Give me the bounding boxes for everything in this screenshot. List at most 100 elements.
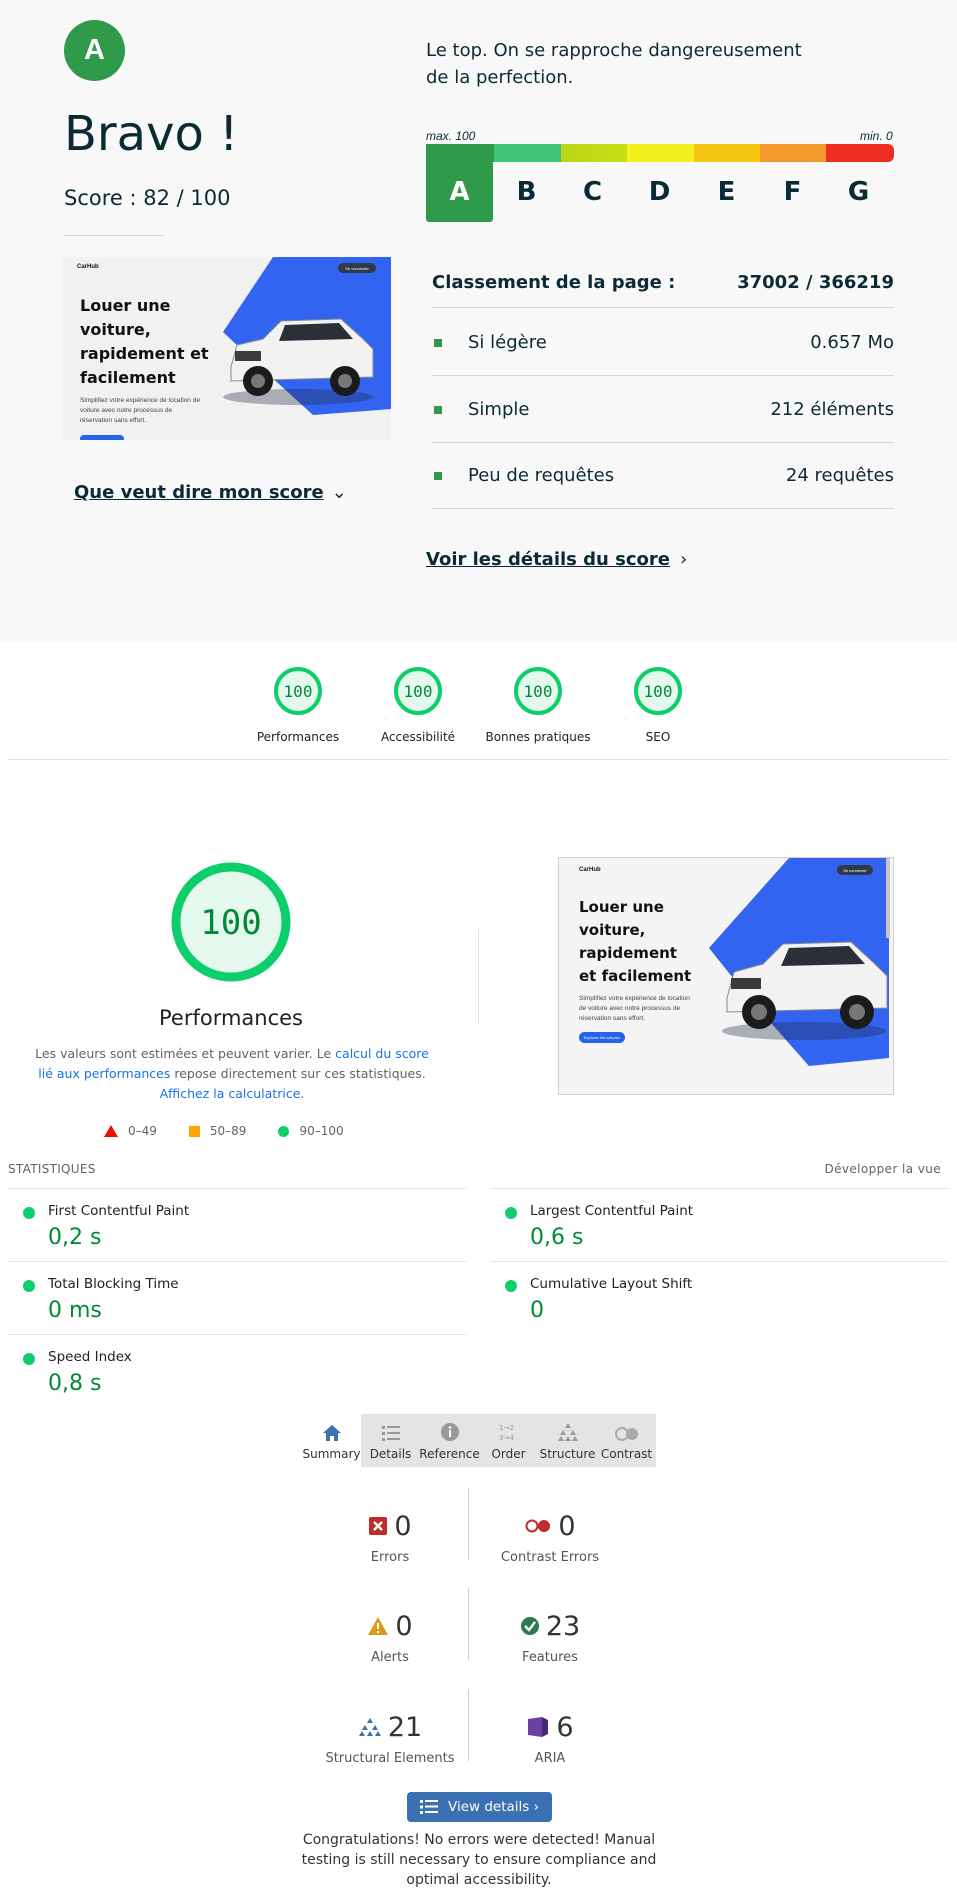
logo: CarHub bbox=[579, 867, 601, 873]
final-screenshot: CarHub Se connecter Louer une voiture, r… bbox=[558, 857, 894, 1095]
gauge-seo[interactable]: 100 SEO bbox=[598, 666, 718, 744]
legend-pass: 90–100 bbox=[278, 1124, 344, 1138]
stat-count: 0 bbox=[395, 1610, 413, 1642]
rank-label: Classement de la page : bbox=[432, 272, 676, 293]
list-icon bbox=[420, 1800, 438, 1814]
divider bbox=[478, 929, 479, 1025]
alerts-stat[interactable]: 0 Alerts bbox=[310, 1608, 470, 1665]
grade-c: C bbox=[582, 177, 603, 207]
note-text: repose directement sur ces statistiques. bbox=[170, 1066, 426, 1081]
errors-stat[interactable]: 0 Errors bbox=[310, 1508, 470, 1565]
metric-lcp: Largest Contentful Paint 0,6 s bbox=[490, 1188, 949, 1261]
login-button: Se connecter bbox=[338, 263, 376, 273]
website-preview: CarHub Se connecter Louer une voiture, r… bbox=[63, 257, 391, 440]
tab-label: Details bbox=[369, 1447, 412, 1461]
stat-count: 0 bbox=[558, 1510, 576, 1542]
aria-icon bbox=[528, 1717, 549, 1737]
tab-order-icon: 1→23→4 bbox=[499, 1424, 514, 1442]
bullet-icon bbox=[434, 338, 442, 347]
legend-label: 50–89 bbox=[209, 1124, 247, 1138]
performance-score: 100 bbox=[200, 903, 261, 943]
metric-label: Simple bbox=[468, 399, 530, 420]
gauge-ring: 100 bbox=[634, 667, 682, 715]
login-button: Se connecter bbox=[837, 865, 873, 875]
hero-subtitle: Simplifiez votre expérience de location … bbox=[579, 995, 690, 1022]
metric-value: 212 éléments bbox=[770, 399, 894, 420]
legend-label: 0–49 bbox=[128, 1124, 157, 1138]
metric-name: First Contentful Paint bbox=[48, 1203, 190, 1219]
chevron-down-icon: ⌄ bbox=[331, 482, 347, 503]
tab-contrast[interactable]: Contrast bbox=[597, 1414, 656, 1467]
score-meaning-link[interactable]: Que veut dire mon score ⌄ bbox=[74, 482, 347, 503]
metric-row: Si légère 0.657 Mo bbox=[432, 310, 894, 376]
feature-check-icon bbox=[520, 1617, 539, 1635]
metric-row: Simple 212 éléments bbox=[432, 377, 894, 443]
gauge-label: SEO bbox=[645, 730, 671, 744]
scale-max-label: max. 100 bbox=[426, 129, 476, 143]
metric-row: Peu de requêtes 24 requêtes bbox=[432, 443, 894, 509]
wave-tab-bar: Summary Details Reference 1→2 3→4 Order S… bbox=[302, 1414, 656, 1467]
gauge-score: 100 bbox=[524, 682, 553, 701]
structural-elements-stat[interactable]: 21 Structural Elements bbox=[310, 1709, 470, 1767]
stat-count: 21 bbox=[387, 1711, 423, 1743]
metric-value: 0.657 Mo bbox=[810, 332, 894, 353]
pass-circle-icon bbox=[505, 1207, 517, 1219]
performance-title: Performances bbox=[158, 1006, 304, 1030]
performance-gauge: 100 bbox=[171, 862, 291, 982]
tab-label: Summary bbox=[302, 1447, 361, 1461]
tab-summary[interactable]: Summary bbox=[302, 1414, 361, 1467]
grade-f: F bbox=[783, 177, 802, 207]
scale-min-label: min. 0 bbox=[860, 129, 893, 143]
hero-subtitle: Simplifiez votre expérience de location … bbox=[80, 397, 200, 424]
congratulations-message: Congratulations! No errors were detected… bbox=[301, 1832, 657, 1888]
gauge-accessibility[interactable]: 100 Accessibilité bbox=[358, 666, 478, 744]
contrast-icon bbox=[614, 1427, 638, 1441]
gauge-performance[interactable]: 100 Performances bbox=[238, 666, 358, 744]
tab-order[interactable]: 1→2 3→4 Order bbox=[479, 1414, 538, 1467]
headline: Bravo ! bbox=[64, 106, 239, 162]
metric-value: 24 requêtes bbox=[785, 465, 894, 486]
tab-structure[interactable]: Structure bbox=[538, 1414, 597, 1467]
tab-reference[interactable]: Reference bbox=[419, 1414, 480, 1467]
gauge-best-practices[interactable]: 100 Bonnes pratiques bbox=[478, 666, 598, 744]
gauge-ring: 100 bbox=[514, 667, 562, 715]
view-details-label: View details › bbox=[448, 1799, 539, 1815]
tab-label: Order bbox=[491, 1447, 526, 1461]
tab-details[interactable]: Details bbox=[361, 1414, 420, 1467]
calculator-link[interactable]: Affichez la calculatrice bbox=[160, 1086, 301, 1101]
hero-heading: Louer une voiture, rapidement et facilem… bbox=[80, 296, 209, 387]
circle-icon bbox=[278, 1125, 290, 1137]
stat-label: Alerts bbox=[371, 1650, 409, 1665]
score-meaning-label: Que veut dire mon score bbox=[74, 482, 324, 503]
features-stat[interactable]: 23 Features bbox=[470, 1608, 630, 1665]
error-icon bbox=[369, 1517, 388, 1535]
gauge-score: 100 bbox=[284, 682, 313, 701]
square-icon bbox=[188, 1125, 200, 1137]
note-text: Les valeurs sont estimées et peuvent var… bbox=[35, 1046, 336, 1061]
tab-label: Structure bbox=[539, 1447, 596, 1461]
legend-fail: 0–49 bbox=[104, 1124, 157, 1138]
metric-label: Si légère bbox=[468, 332, 547, 353]
svg-text:3→4: 3→4 bbox=[499, 1434, 514, 1442]
aria-stat[interactable]: 6 ARIA bbox=[470, 1709, 630, 1766]
metric-value: 0,8 s bbox=[48, 1371, 102, 1396]
expand-view-toggle[interactable]: Développer la vue bbox=[824, 1162, 941, 1176]
triangle-icon bbox=[104, 1125, 118, 1137]
view-details-button[interactable]: View details › bbox=[407, 1792, 552, 1822]
contrast-errors-stat[interactable]: 0 Contrast Errors bbox=[470, 1508, 630, 1566]
legend-label: 90–100 bbox=[299, 1124, 344, 1138]
divider bbox=[64, 235, 164, 236]
tab-label: Contrast bbox=[600, 1447, 653, 1461]
gauge-label: Accessibilité bbox=[380, 730, 456, 744]
chevron-right-icon: › bbox=[679, 549, 688, 570]
score-details-link[interactable]: Voir les détails du score › bbox=[426, 549, 687, 570]
website-preview: CarHub Se connecter Louer une voiture, r… bbox=[559, 858, 893, 1094]
stat-label: Structural Elements bbox=[325, 1751, 455, 1766]
grade-b: B bbox=[516, 177, 537, 207]
metric-cls: Cumulative Layout Shift 0 bbox=[490, 1261, 949, 1334]
metric-name: Cumulative Layout Shift bbox=[530, 1276, 693, 1292]
stats-header: STATISTIQUES bbox=[8, 1162, 96, 1176]
svg-text:1→2: 1→2 bbox=[499, 1424, 514, 1432]
stat-label: Features bbox=[522, 1650, 578, 1665]
gauge-label: Bonnes pratiques bbox=[485, 730, 591, 744]
